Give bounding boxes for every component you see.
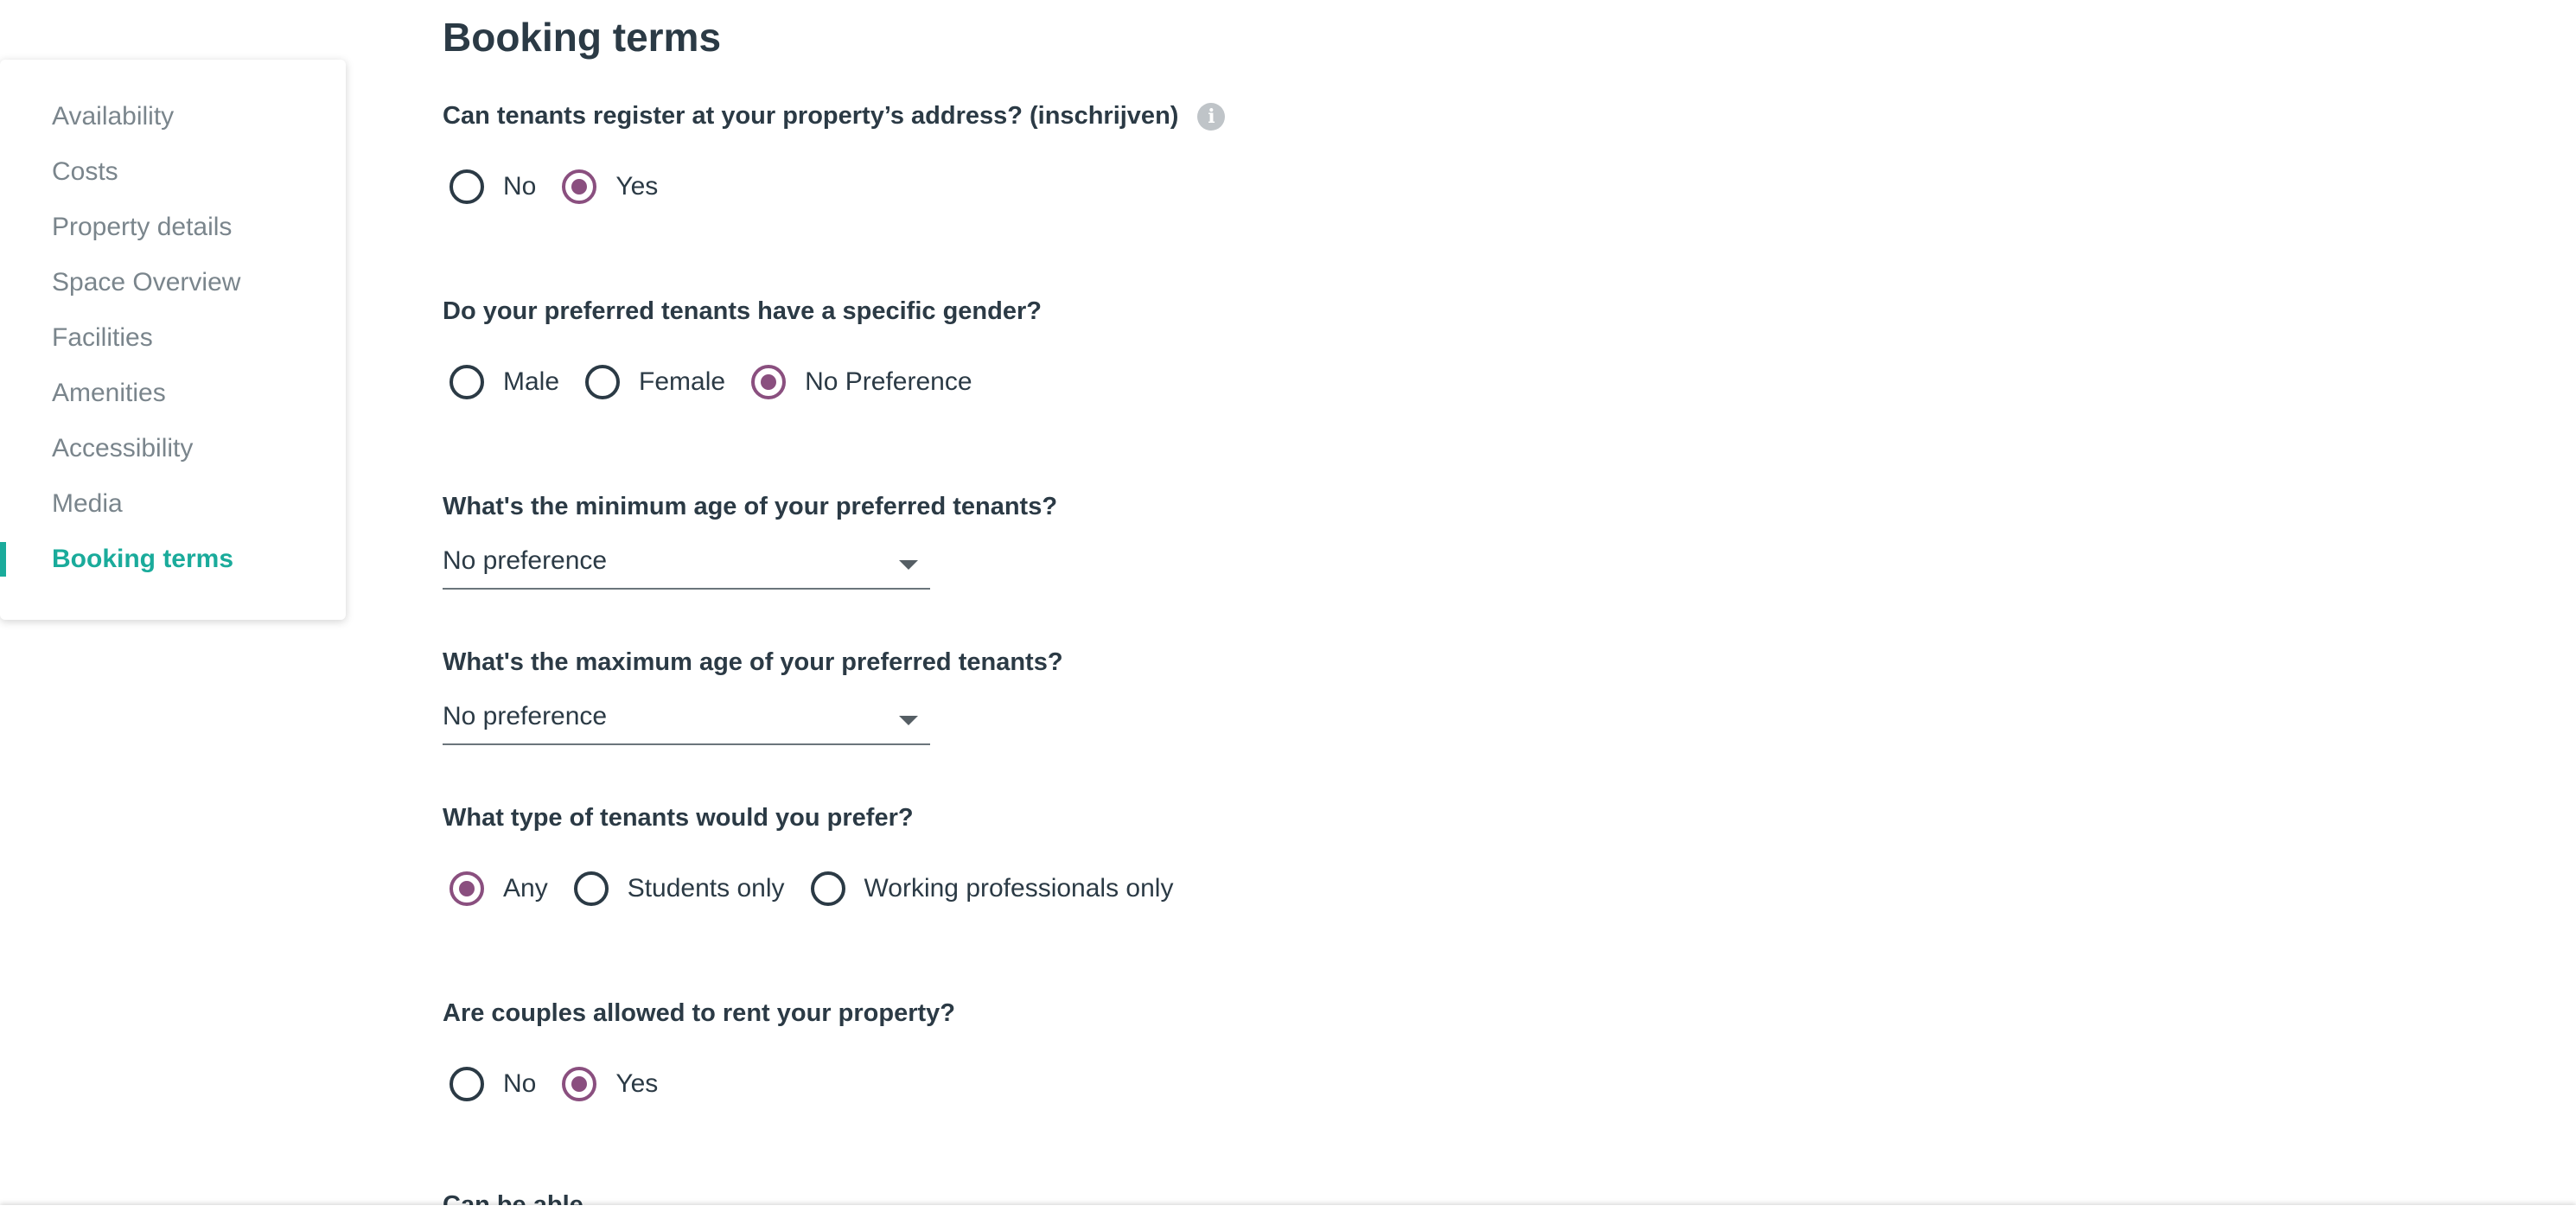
tenant-type-option-students[interactable]: Students only — [573, 871, 785, 906]
sidebar-item-amenities[interactable]: Amenities — [0, 366, 346, 421]
min-age-question: What's the minimum age of your preferred… — [443, 493, 1057, 521]
tenant-type-question-label: What type of tenants would you prefer? — [443, 804, 914, 832]
radio-label: No — [503, 172, 537, 201]
radio-button[interactable] — [450, 169, 484, 204]
page: Availability Costs Property details Spac… — [0, 0, 2576, 1212]
sidebar-item-property-details[interactable]: Property details — [0, 200, 346, 255]
tenant-type-option-professionals[interactable]: Working professionals only — [810, 871, 1174, 906]
register-question: Can tenants register at your property’s … — [443, 102, 1226, 131]
couples-option-yes[interactable]: Yes — [562, 1067, 658, 1101]
min-age-question-label: What's the minimum age of your preferred… — [443, 493, 1058, 520]
chevron-down-icon — [899, 716, 918, 725]
radio-button[interactable] — [573, 871, 609, 906]
couples-question-label: Are couples allowed to rent your propert… — [443, 999, 955, 1027]
tenant-type-radio-group: Any Students only Working professionals … — [450, 871, 1199, 906]
page-title: Booking terms — [443, 15, 722, 60]
gender-question-label: Do your preferred tenants have a specifi… — [443, 297, 1042, 325]
register-option-no[interactable]: No — [450, 169, 536, 204]
max-age-question-label: What's the maximum age of your preferred… — [443, 648, 1063, 676]
radio-label: Yes — [615, 1069, 659, 1098]
sidebar-item-booking-terms[interactable]: Booking terms — [0, 532, 346, 587]
bottom-action-bar — [0, 1205, 2576, 1212]
radio-button[interactable] — [450, 871, 484, 906]
gender-option-male[interactable]: Male — [450, 365, 559, 399]
radio-button[interactable] — [810, 871, 845, 906]
min-age-select-value: No preference — [443, 546, 608, 575]
gender-question: Do your preferred tenants have a specifi… — [443, 297, 1042, 326]
tenant-type-option-any[interactable]: Any — [450, 871, 548, 906]
max-age-select-value: No preference — [443, 702, 608, 730]
max-age-question: What's the maximum age of your preferred… — [443, 648, 1063, 677]
max-age-select[interactable]: No preference — [443, 697, 930, 745]
register-option-yes[interactable]: Yes — [562, 169, 658, 204]
radio-label: No Preference — [805, 367, 972, 396]
radio-button[interactable] — [585, 365, 621, 399]
sidebar-nav: Availability Costs Property details Spac… — [0, 60, 346, 620]
gender-option-female[interactable]: Female — [585, 365, 725, 399]
radio-label: Working professionals only — [864, 874, 1174, 903]
radio-button[interactable] — [450, 365, 484, 399]
radio-label: Yes — [615, 172, 659, 201]
radio-label: Male — [503, 367, 560, 396]
register-radio-group: No Yes — [450, 169, 684, 204]
radio-button[interactable] — [450, 1067, 484, 1101]
sidebar-item-costs[interactable]: Costs — [0, 144, 346, 200]
sidebar-list: Availability Costs Property details Spac… — [0, 60, 346, 587]
sidebar-item-media[interactable]: Media — [0, 476, 346, 532]
gender-option-no-preference[interactable]: No Preference — [751, 365, 972, 399]
sidebar-item-space-overview[interactable]: Space Overview — [0, 255, 346, 310]
radio-label: Female — [639, 367, 726, 396]
couples-question: Are couples allowed to rent your propert… — [443, 999, 955, 1028]
sidebar-item-facilities[interactable]: Facilities — [0, 310, 346, 366]
sidebar-item-availability[interactable]: Availability — [0, 89, 346, 144]
radio-button[interactable] — [751, 365, 787, 399]
min-age-select[interactable]: No preference — [443, 541, 930, 590]
radio-label: Any — [503, 874, 548, 903]
register-question-label: Can tenants register at your property’s … — [443, 102, 1179, 130]
sidebar-item-accessibility[interactable]: Accessibility — [0, 421, 346, 476]
radio-button[interactable] — [562, 169, 597, 204]
tenant-type-question: What type of tenants would you prefer? — [443, 804, 914, 832]
chevron-down-icon — [899, 560, 918, 570]
radio-label: No — [503, 1069, 537, 1098]
radio-button[interactable] — [562, 1067, 597, 1101]
couples-option-no[interactable]: No — [450, 1067, 536, 1101]
radio-label: Students only — [627, 874, 785, 903]
info-icon[interactable]: i — [1197, 102, 1226, 131]
gender-radio-group: Male Female No Preference — [450, 365, 998, 399]
couples-radio-group: No Yes — [450, 1067, 684, 1101]
